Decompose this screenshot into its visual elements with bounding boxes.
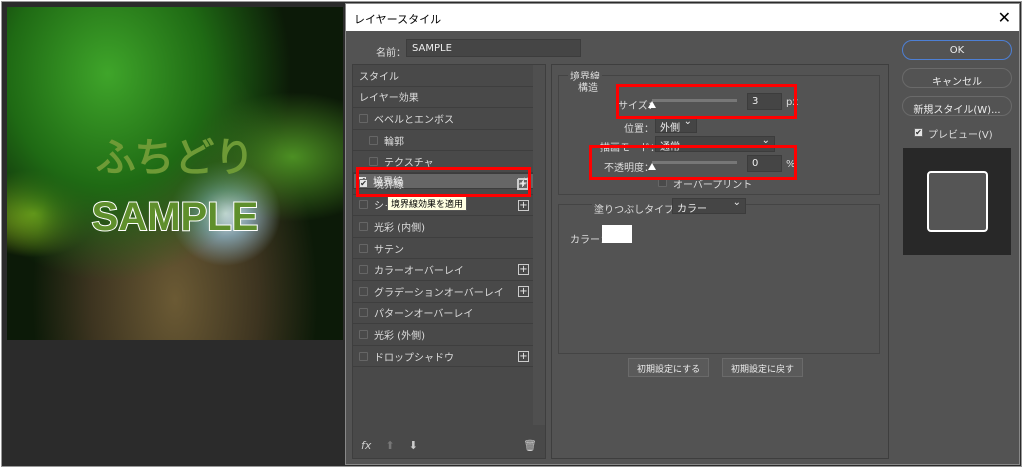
item-checkbox[interactable] xyxy=(359,265,368,275)
highlight-opacity xyxy=(589,145,797,180)
move-down-icon[interactable]: ⬇ xyxy=(409,439,418,452)
highlight-size xyxy=(616,84,797,119)
style-list-item[interactable]: パターンオーバーレイ xyxy=(353,303,535,325)
preview-swatch xyxy=(927,171,988,232)
tooltip: 境界線効果を適用 xyxy=(387,196,468,211)
new-style-button[interactable]: 新規スタイル(W)... xyxy=(902,96,1012,116)
cancel-button[interactable]: キャンセル xyxy=(902,68,1012,88)
structure-title: 構造 xyxy=(576,79,600,94)
item-label: 光彩 (外側) xyxy=(374,330,425,342)
style-list-item[interactable]: サテン xyxy=(353,238,535,260)
list-scrollbar[interactable] xyxy=(533,65,545,425)
preview-checkbox[interactable]: ✔ xyxy=(914,128,923,137)
trash-icon[interactable]: 🗑 xyxy=(523,439,537,452)
title-bar: レイヤースタイル ✕ xyxy=(346,4,1019,31)
item-label: ベベルとエンボス xyxy=(374,114,454,126)
add-effect-icon[interactable]: + xyxy=(518,264,529,276)
stroke-panel: 境界線 構造 サイズ： 3 px 位置： 外側 描画モード： 通常 不透明度： … xyxy=(551,64,889,459)
style-list-item[interactable]: ドロップシャドウ + xyxy=(353,346,535,368)
close-icon[interactable]: ✕ xyxy=(998,8,1011,27)
fill-type-select[interactable]: カラー xyxy=(672,197,746,215)
layer-style-dialog: レイヤースタイル ✕ 名前： SAMPLE スタイルレイヤー効果ベベルとエンボス… xyxy=(345,3,1020,465)
style-list-item[interactable]: カラーオーバーレイ + xyxy=(353,259,535,281)
style-list-item[interactable]: グラデーションオーバーレイ + xyxy=(353,281,535,303)
item-checkbox[interactable] xyxy=(359,113,368,123)
item-checkbox[interactable] xyxy=(359,351,368,361)
fx-icon[interactable]: fx xyxy=(361,439,371,452)
item-checkbox[interactable] xyxy=(369,135,378,145)
add-effect-icon[interactable]: + xyxy=(518,199,529,211)
style-list-item[interactable]: 光彩 (内側) xyxy=(353,216,535,238)
style-list-item[interactable]: レイヤー効果 xyxy=(353,87,535,109)
item-checkbox[interactable] xyxy=(359,308,368,318)
item-label: パターンオーバーレイ xyxy=(374,309,474,321)
move-up-icon[interactable]: ⬆ xyxy=(385,439,394,452)
item-checkbox[interactable] xyxy=(359,329,368,339)
item-label: レイヤー効果 xyxy=(359,93,419,105)
style-list-item[interactable]: ベベルとエンボス xyxy=(353,108,535,130)
position-label: 位置： xyxy=(624,124,654,135)
preview-label: プレビュー(V) xyxy=(928,130,993,141)
reset-default-button[interactable]: 初期設定に戻す xyxy=(722,358,804,377)
style-list-item[interactable]: 輪郭 xyxy=(353,130,535,152)
item-label: 輪郭 xyxy=(384,136,404,148)
add-effect-icon[interactable]: + xyxy=(518,350,529,362)
item-label: スタイル xyxy=(359,71,399,83)
item-checkbox[interactable] xyxy=(359,200,368,210)
make-default-button[interactable]: 初期設定にする xyxy=(628,358,710,377)
item-checkbox[interactable] xyxy=(369,157,378,167)
item-checkbox[interactable] xyxy=(359,221,368,231)
item-label: サテン xyxy=(374,244,404,256)
style-preview xyxy=(903,148,1011,255)
ok-button[interactable]: OK xyxy=(902,40,1012,60)
item-label: カラーオーバーレイ xyxy=(374,266,464,278)
add-effect-icon[interactable]: + xyxy=(518,285,529,297)
highlight-stroke-row xyxy=(356,167,531,197)
position-select[interactable]: 外側 xyxy=(655,116,697,134)
item-label: ドロップシャドウ xyxy=(374,352,454,364)
style-list: スタイルレイヤー効果ベベルとエンボス輪郭テクスチャ✔境界線+✔境界線+シャドウ … xyxy=(352,64,546,459)
dialog-title: レイヤースタイル xyxy=(354,13,442,26)
item-checkbox[interactable] xyxy=(359,286,368,296)
name-input[interactable]: SAMPLE xyxy=(406,39,581,57)
style-list-item[interactable]: スタイル xyxy=(353,65,535,87)
document-canvas: ふちどり SAMPLE xyxy=(7,7,343,340)
style-list-item[interactable]: 光彩 (外側) xyxy=(353,324,535,346)
item-label: グラデーションオーバーレイ xyxy=(374,287,504,299)
item-label: 光彩 (内側) xyxy=(374,222,425,234)
color-swatch[interactable] xyxy=(602,225,632,243)
item-checkbox[interactable] xyxy=(359,243,368,253)
canvas-sample-text: SAMPLE xyxy=(91,194,260,240)
name-label: 名前： xyxy=(376,48,406,59)
canvas-heading-text: ふちどり xyxy=(95,135,255,181)
